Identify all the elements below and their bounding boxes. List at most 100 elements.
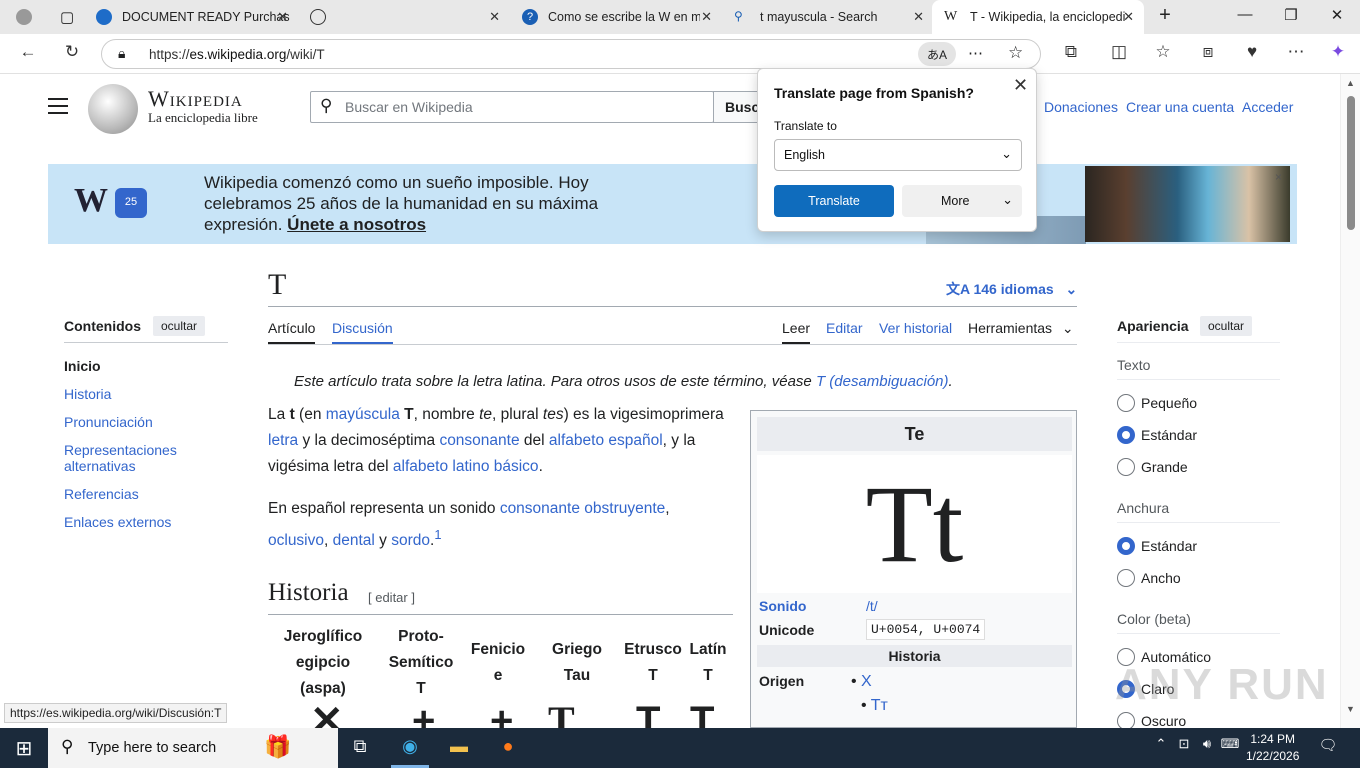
radio-text-large[interactable]: Grande (1117, 458, 1188, 476)
tab-leer[interactable]: Leer (782, 320, 811, 344)
link-dental[interactable]: dental (333, 532, 375, 549)
edit-section-link[interactable]: [ editar ] (368, 590, 415, 605)
link-oclusivo[interactable]: oclusivo (268, 532, 324, 549)
scrollbar-thumb[interactable] (1347, 96, 1355, 230)
settings-menu-icon[interactable]: ⋯ (1284, 42, 1308, 62)
link-consonante[interactable]: consonante (439, 432, 519, 449)
close-icon[interactable]: ✕ (1013, 75, 1028, 96)
radio-width-standard[interactable]: Estándar (1117, 537, 1197, 555)
radio-width-wide[interactable]: Ancho (1117, 569, 1181, 587)
close-tab-icon[interactable]: ✕ (1123, 9, 1134, 25)
donate-link[interactable]: Donaciones (1044, 99, 1118, 115)
input-method-icon[interactable]: ⌨︎ (1218, 736, 1242, 760)
taskbar-clock[interactable]: 1:24 PM 1/22/2026 (1246, 731, 1299, 765)
toc-item-referencias[interactable]: Referencias (64, 486, 224, 502)
link-sordo[interactable]: sordo (391, 532, 430, 549)
hatnote-disambiguation-link[interactable]: T (desambiguación) (816, 373, 949, 390)
banner-close-icon[interactable]: × (1275, 170, 1282, 184)
extensions-icon[interactable]: ⧉ (1059, 42, 1083, 62)
address-bar[interactable]: 🔒︎ https://es.wikipedia.org/wiki/T あA ⋯ … (101, 39, 1041, 69)
link-mayuscula[interactable]: mayúscula (326, 406, 400, 423)
profile-button[interactable] (4, 0, 42, 34)
tab-wikipedia-t[interactable]: W T - Wikipedia, la enciclopedi ✕ (932, 0, 1144, 34)
refresh-icon[interactable]: ↻ (60, 42, 84, 62)
tab-articulo[interactable]: Artículo (268, 320, 316, 344)
toc-item-inicio[interactable]: Inicio (64, 358, 224, 374)
toc-item-pronunciacion[interactable]: Pronunciación (64, 414, 224, 430)
tab-actions-button[interactable]: ▢ (48, 0, 78, 34)
radio-color-dark[interactable]: Oscuro (1117, 712, 1186, 728)
tab-title: T - Wikipedia, la enciclopedi (970, 10, 1126, 24)
gift-widget-icon[interactable]: 🎁 (264, 734, 291, 760)
close-tab-icon[interactable]: ✕ (277, 9, 288, 25)
translate-button[interactable]: Translate (774, 185, 894, 217)
target-language-select[interactable]: English ⌄ (774, 139, 1022, 171)
split-screen-icon[interactable]: ◫ (1107, 42, 1131, 62)
close-tab-icon[interactable]: ✕ (489, 9, 500, 25)
toc-item-enlaces-externos[interactable]: Enlaces externos (64, 514, 224, 530)
site-info-icon[interactable]: 🔒︎ (118, 45, 125, 62)
banner-join-link[interactable]: Únete a nosotros (287, 215, 426, 234)
browser-essentials-icon[interactable]: ♥ (1240, 42, 1264, 62)
tab-t-mayuscula-search[interactable]: ⚲ t mayuscula - Search ✕ (722, 0, 934, 34)
link-alfabeto-espanol[interactable]: alfabeto español (549, 432, 663, 449)
toc-hide-button[interactable]: ocultar (153, 316, 206, 336)
back-icon[interactable]: ← (16, 42, 40, 62)
close-tab-icon[interactable]: ✕ (913, 9, 924, 25)
translate-icon[interactable]: あA (918, 42, 956, 66)
glyph-griego-image: T (548, 698, 575, 729)
collections-icon[interactable]: ⧈ (1196, 42, 1220, 62)
toc-item-historia[interactable]: Historia (64, 386, 224, 402)
edge-browser-icon[interactable]: ◉ (398, 736, 422, 760)
create-account-link[interactable]: Crear una cuenta (1126, 99, 1234, 115)
tab-herramientas[interactable]: Herramientas ⌄ (968, 320, 1074, 337)
scroll-down-icon[interactable]: ▼ (1346, 704, 1355, 714)
appearance-hide-button[interactable]: ocultar (1200, 316, 1253, 336)
infobox-sound-label[interactable]: Sonido (759, 598, 806, 614)
tab-como-se-escribe[interactable]: ? Como se escribe la W en ma ✕ (510, 0, 722, 34)
wikipedia-globe-logo[interactable] (88, 84, 138, 134)
notifications-icon[interactable]: 🗨︎ (1316, 736, 1340, 760)
toc-item-representaciones[interactable]: Representaciones alternativas (64, 442, 224, 474)
main-menu-icon[interactable] (48, 98, 68, 119)
volume-icon[interactable]: 🔊︎ (1195, 736, 1219, 760)
new-tab-button[interactable]: + (1153, 4, 1177, 27)
origin-item-link[interactable]: X (861, 673, 872, 690)
close-window-button[interactable]: ✕ (1325, 6, 1349, 24)
favorites-icon[interactable]: ☆ (1151, 42, 1175, 62)
reference-link[interactable]: 1 (434, 527, 441, 542)
radio-text-small[interactable]: Pequeño (1117, 394, 1197, 412)
more-page-actions-icon[interactable]: ⋯ (968, 44, 983, 62)
maximize-button[interactable]: ❐ (1279, 6, 1303, 24)
scroll-up-icon[interactable]: ▲ (1346, 78, 1355, 88)
page-scrollbar[interactable]: ▲ ▼ (1340, 74, 1360, 728)
file-explorer-icon[interactable]: ▬ (447, 736, 471, 760)
taskbar-search-input[interactable]: ⚲ Type here to search 🎁 (48, 728, 338, 768)
show-hidden-icons-icon[interactable]: ⌃ (1149, 736, 1173, 760)
link-letra[interactable]: letra (268, 432, 298, 449)
windows-start-icon[interactable]: ⊞ (12, 736, 36, 760)
tab-blank-globe[interactable]: ✕ (298, 0, 510, 34)
minimize-button[interactable]: — (1233, 6, 1257, 23)
favorite-star-icon[interactable]: ☆ (1008, 43, 1023, 63)
origin-item-link[interactable]: Tт (871, 697, 888, 714)
wikipedia-wordmark[interactable]: Wikipedia (148, 86, 243, 112)
infobox-sound-value[interactable]: /t/ (866, 598, 878, 614)
language-selector[interactable]: 文A 146 idiomas ⌄ (946, 279, 1077, 299)
link-consonante-obstruyente[interactable]: consonante obstruyente (500, 500, 665, 517)
search-input[interactable]: ⚲ Buscar en Wikipedia (310, 91, 714, 123)
firefox-icon[interactable]: ● (496, 736, 520, 760)
tab-editar[interactable]: Editar (826, 320, 863, 336)
close-tab-icon[interactable]: ✕ (701, 9, 712, 25)
more-button[interactable]: More ⌄ (902, 185, 1022, 217)
link-alfabeto-latino[interactable]: alfabeto latino básico (393, 458, 539, 475)
copilot-icon[interactable]: ✦ (1326, 42, 1350, 62)
tab-discusion[interactable]: Discusión (332, 320, 393, 344)
radio-text-standard[interactable]: Estándar (1117, 426, 1197, 444)
task-view-icon[interactable]: ⧉ (348, 736, 372, 760)
tab-document-ready[interactable]: DOCUMENT READY Purchas ✕ (84, 0, 298, 34)
network-icon[interactable]: ⊡ (1172, 736, 1196, 760)
login-link[interactable]: Acceder (1242, 99, 1293, 115)
color-label: Color (beta) (1117, 611, 1191, 627)
tab-ver-historial[interactable]: Ver historial (879, 320, 952, 336)
